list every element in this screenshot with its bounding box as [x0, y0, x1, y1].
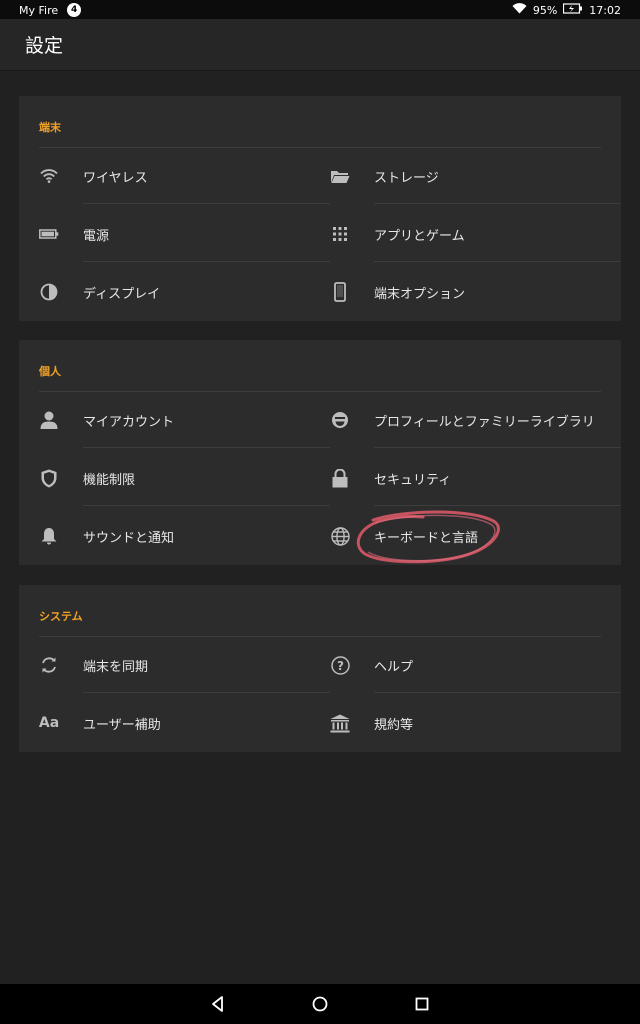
settings-item-device-options[interactable]: 端末オプション [330, 263, 621, 320]
text-size-icon-glyph: Aa [38, 715, 60, 731]
text-size-icon: Aa [39, 713, 59, 733]
help-icon: ? [330, 655, 350, 675]
status-bar: My Fire 4 95% 17:02 [0, 0, 640, 19]
contrast-icon [39, 282, 59, 302]
settings-item-label: 端末を同期 [83, 660, 149, 675]
section-title: 個人 [39, 365, 61, 378]
settings-item-label: ワイヤレス [83, 171, 148, 186]
bell-icon [39, 526, 59, 546]
app-bar: 設定 [0, 19, 640, 71]
device-name: My Fire [19, 3, 59, 17]
person-icon [39, 410, 59, 430]
settings-item-parental-controls[interactable]: 機能制限 [39, 449, 330, 506]
grid-icon [330, 224, 350, 244]
settings-item-power[interactable]: 電源 [39, 205, 330, 262]
settings-item-label: ユーザー補助 [83, 718, 161, 733]
battery-icon [39, 224, 59, 244]
settings-item-keyboard-language[interactable]: キーボードと言語 [330, 507, 621, 564]
sync-icon [39, 655, 59, 675]
wifi-icon [39, 166, 59, 186]
settings-item-label: ストレージ [374, 171, 439, 186]
section-device: 端末 ワイヤレス ストレージ 電源 アプリとゲーム ディスプレイ 端末オプション [19, 96, 621, 321]
divider [83, 505, 330, 506]
settings-item-security[interactable]: セキュリティ [330, 449, 621, 506]
section-system: システム 端末を同期 ? ヘルプ Aa ユーザー補助 規約等 [19, 585, 621, 752]
section-personal: 個人 マイアカウント プロフィールとファミリーライブラリ 機能制限 セキュリティ… [19, 340, 621, 565]
settings-item-wireless[interactable]: ワイヤレス [39, 147, 330, 204]
lock-icon [330, 468, 350, 488]
settings-item-storage[interactable]: ストレージ [330, 147, 621, 204]
settings-item-label: セキュリティ [374, 473, 452, 488]
settings-item-label: プロフィールとファミリーライブラリ [374, 415, 595, 430]
settings-item-label: 規約等 [374, 718, 414, 733]
settings-item-label: 機能制限 [83, 473, 136, 488]
battery-percent: 95% [532, 3, 558, 17]
settings-item-label: キーボードと言語 [374, 531, 479, 546]
settings-item-label: ディスプレイ [83, 287, 161, 302]
settings-item-label: 端末オプション [374, 287, 466, 302]
divider [374, 692, 621, 693]
settings-item-label: アプリとゲーム [374, 229, 465, 244]
back-triangle-icon[interactable] [208, 994, 228, 1014]
notification-badge: 4 [67, 3, 82, 17]
divider [83, 203, 330, 204]
smiley-icon [330, 410, 350, 430]
clock: 17:02 [589, 3, 621, 17]
divider [374, 447, 621, 448]
divider [83, 447, 330, 448]
settings-item-sound-notifications[interactable]: サウンドと通知 [39, 507, 330, 564]
shield-icon [39, 468, 59, 488]
section-title: 端末 [39, 121, 61, 134]
institution-icon [330, 713, 350, 733]
divider [374, 261, 621, 262]
divider [374, 505, 621, 506]
settings-item-label: 電源 [83, 229, 110, 244]
settings-item-label: ヘルプ [374, 660, 414, 675]
navigation-bar [0, 984, 640, 1024]
settings-item-label: マイアカウント [83, 415, 175, 430]
divider [374, 203, 621, 204]
settings-item-display[interactable]: ディスプレイ [39, 263, 330, 320]
section-title: システム [39, 610, 83, 623]
home-circle-icon[interactable] [310, 994, 330, 1014]
globe-icon [330, 526, 350, 546]
settings-item-sync-device[interactable]: 端末を同期 [39, 636, 330, 693]
page-title: 設定 [25, 35, 64, 57]
settings-item-help[interactable]: ? ヘルプ [330, 636, 621, 693]
wifi-status-icon [512, 3, 527, 17]
folder-icon [330, 166, 350, 186]
settings-item-apps-games[interactable]: アプリとゲーム [330, 205, 621, 262]
battery-status-icon [563, 3, 583, 17]
settings-item-label: サウンドと通知 [83, 531, 175, 546]
recents-square-icon[interactable] [412, 994, 432, 1014]
svg-text:?: ? [337, 658, 344, 672]
divider [83, 692, 330, 693]
settings-item-my-account[interactable]: マイアカウント [39, 391, 330, 448]
settings-item-legal[interactable]: 規約等 [330, 694, 621, 751]
settings-item-profiles-family-library[interactable]: プロフィールとファミリーライブラリ [330, 391, 621, 448]
phone-icon [330, 282, 350, 302]
divider [83, 261, 330, 262]
settings-item-accessibility[interactable]: Aa ユーザー補助 [39, 694, 330, 751]
